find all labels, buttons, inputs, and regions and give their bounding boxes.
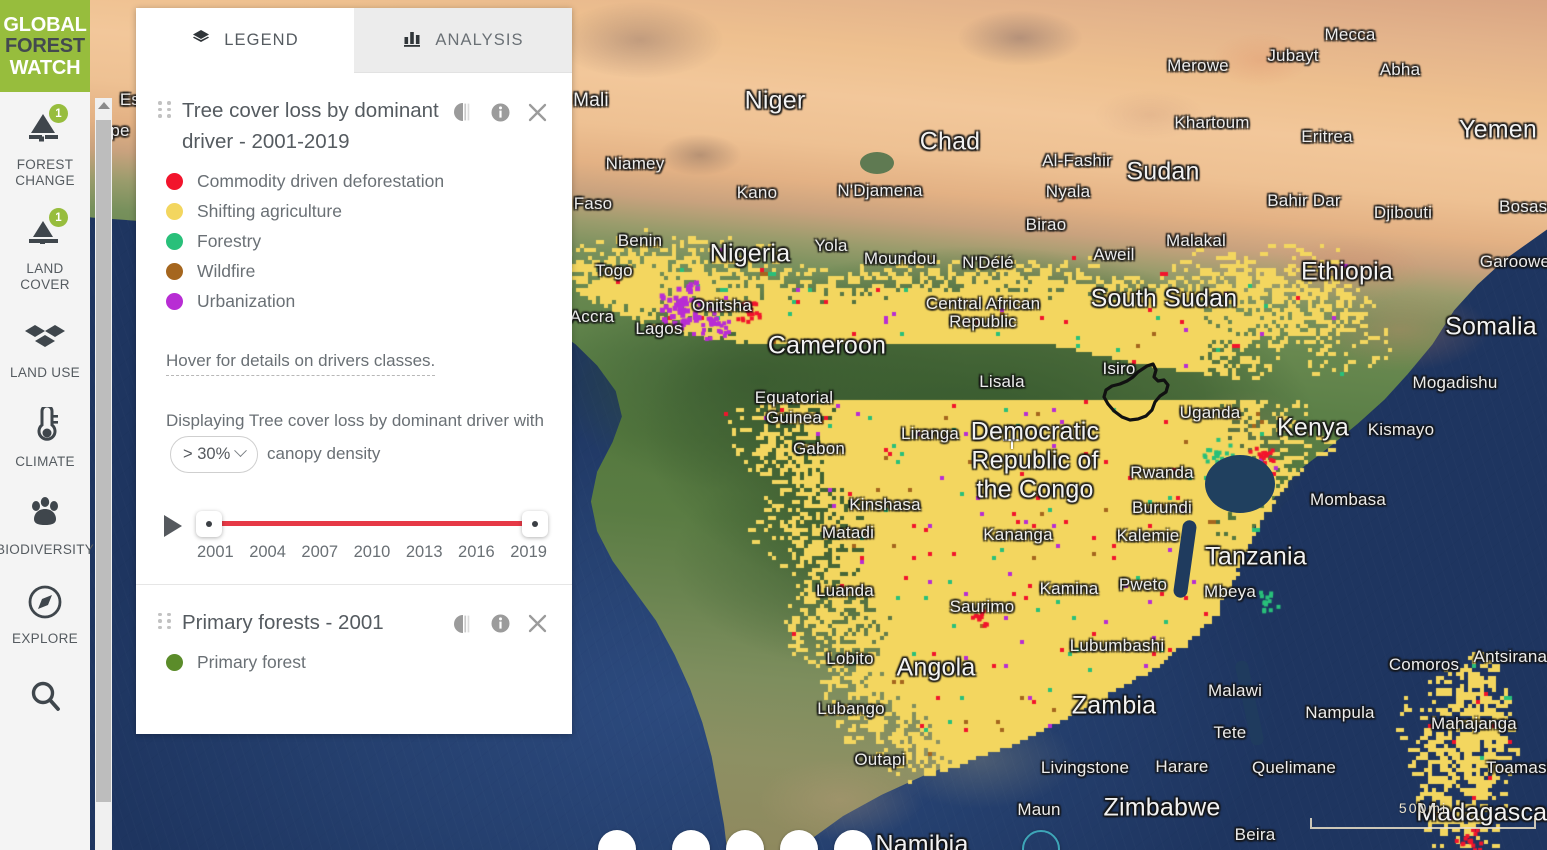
legend-row[interactable]: Wildfire — [166, 261, 548, 282]
timeline-tick-labels: 2001 2004 2007 2010 2013 2016 2019 — [196, 543, 548, 562]
layer-actions — [452, 101, 548, 123]
sidebar-item-search[interactable] — [0, 654, 90, 724]
timeline-tick: 2004 — [249, 542, 286, 561]
legend-color-swatch — [166, 263, 183, 281]
layer-title-tree-cover-loss: Tree cover loss by dominant driver - 200… — [182, 99, 439, 154]
legend-row[interactable]: Shifting agriculture — [166, 201, 548, 222]
legend-item-label: Urbanization — [197, 291, 296, 312]
legend-color-swatch — [166, 203, 183, 221]
info-icon[interactable] — [490, 613, 511, 634]
sidebar-item-climate[interactable]: CLIMATE — [0, 389, 90, 478]
legend-color-swatch — [166, 293, 183, 311]
sidebar-label-climate: CLIMATE — [15, 453, 75, 469]
legend-item-label: Wildfire — [197, 261, 256, 282]
display-note-prefix: Displaying Tree cover loss by dominant d… — [166, 411, 544, 431]
close-icon[interactable] — [527, 102, 548, 123]
sidebar-item-land-cover[interactable]: 1 LAND COVER — [0, 196, 90, 300]
tab-analysis-label: ANALYSIS — [435, 30, 524, 49]
display-settings-note: Displaying Tree cover loss by dominant d… — [166, 406, 548, 473]
drag-handle-icon[interactable] — [158, 101, 172, 118]
timeline-rail — [204, 520, 540, 526]
timeline-track-wrapper: 2001 2004 2007 2010 2013 2016 2019 — [196, 507, 548, 562]
panel-tabs: LEGEND ANALYSIS — [136, 8, 572, 73]
legend-panel: LEGEND ANALYSIS Tree cover loss by domin… — [136, 8, 572, 735]
legend-item-label: Primary forest — [197, 652, 306, 673]
timeline-tick: 2001 — [197, 542, 234, 561]
sidebar-label-explore: EXPLORE — [12, 630, 78, 646]
legend-item-label: Commodity driven deforestation — [197, 171, 445, 192]
sidebar-label-land-cover: LAND COVER — [20, 261, 70, 292]
legend-row[interactable]: Urbanization — [166, 291, 548, 312]
drivers-hover-note[interactable]: Hover for details on drivers classes. — [166, 351, 436, 377]
sidebar-label-land-use: LAND USE — [10, 365, 80, 381]
close-icon[interactable] — [527, 613, 548, 634]
scroll-up-arrow-icon[interactable] — [97, 102, 110, 109]
land-use-icon — [24, 316, 66, 356]
drag-handle-icon[interactable] — [158, 612, 172, 630]
forest-change-icon: 1 — [24, 104, 68, 148]
sidebar-item-land-use[interactable]: LAND USE — [0, 300, 90, 389]
timeline-tick: 2010 — [353, 542, 391, 561]
tab-legend-label: LEGEND — [224, 30, 299, 49]
timeline-control: 2001 2004 2007 2010 2013 2016 2019 — [160, 507, 548, 562]
biodiversity-icon — [24, 493, 66, 533]
layer-header: Primary forests - 2001 — [158, 607, 548, 638]
legend-color-swatch — [166, 654, 183, 672]
land-cover-badge: 1 — [49, 208, 68, 228]
legend-items-tree-cover-loss: Commodity driven deforestation Shifting a… — [166, 171, 548, 312]
timeline-tick: 2007 — [301, 542, 339, 561]
legend-color-swatch — [166, 173, 183, 191]
climate-icon — [24, 405, 66, 445]
layer-card-primary-forests: Primary forests - 2001 Primary forest — [136, 585, 572, 734]
sidebar-label-biodiversity: BIODIVERSITY — [0, 542, 95, 558]
explore-compass-icon — [24, 582, 66, 622]
search-icon — [24, 676, 66, 716]
logo-line-1: GLOBAL — [3, 13, 87, 36]
timeline-tick: 2016 — [458, 542, 495, 561]
timeline-tick: 2013 — [405, 542, 443, 561]
logo-line-2: FOREST — [5, 35, 85, 58]
left-navigation: GLOBAL FOREST WATCH 1 FOREST CHANGE 1 LA… — [0, 0, 94, 850]
chevron-down-icon — [234, 444, 248, 458]
lake-victoria — [1205, 455, 1275, 513]
info-icon[interactable] — [490, 102, 511, 123]
display-note-suffix: canopy density — [266, 443, 381, 463]
layers-icon — [191, 28, 211, 53]
legend-item-label: Shifting agriculture — [197, 201, 342, 222]
opacity-toggle-icon[interactable] — [452, 101, 474, 123]
timeline-handle-start[interactable] — [196, 510, 222, 537]
legend-row[interactable]: Forestry — [166, 231, 548, 252]
map-scrollbar[interactable] — [95, 98, 112, 850]
gfw-app: Niger Chad Sudan Yemen Nigeria Cameroon Ethiop… — [0, 0, 1547, 850]
tab-analysis[interactable]: ANALYSIS — [354, 8, 572, 73]
forest-change-badge: 1 — [49, 104, 68, 123]
canopy-density-value: > 30% — [183, 444, 231, 463]
sidebar-item-explore[interactable]: EXPLORE — [0, 566, 90, 655]
legend-item-label: Forestry — [197, 231, 262, 252]
legend-color-swatch — [166, 233, 183, 251]
play-icon[interactable] — [164, 514, 182, 537]
sidebar-item-biodiversity[interactable]: BIODIVERSITY — [0, 477, 94, 566]
opacity-toggle-icon[interactable] — [452, 613, 474, 635]
bar-chart-icon — [402, 28, 422, 53]
canopy-density-select[interactable]: > 30% — [170, 435, 259, 473]
timeline-handle-end[interactable] — [522, 510, 548, 537]
legend-row[interactable]: Commodity driven deforestation — [166, 171, 548, 192]
scrollbar-thumb[interactable] — [96, 120, 111, 802]
timeline-slider[interactable] — [196, 509, 548, 537]
layer-title-primary-forests: Primary forests - 2001 — [182, 610, 384, 634]
land-cover-icon: 1 — [24, 208, 68, 252]
layer-card-tree-cover-loss: Tree cover loss by dominant driver - 200… — [136, 73, 572, 585]
sidebar-label-forest-change: FOREST CHANGE — [15, 157, 75, 188]
layer-header: Tree cover loss by dominant driver - 200… — [158, 95, 548, 157]
legend-row[interactable]: Primary forest — [166, 652, 548, 673]
legend-items-primary-forests: Primary forest — [166, 652, 548, 673]
layer-actions — [452, 613, 548, 635]
tab-legend[interactable]: LEGEND — [136, 8, 354, 73]
gfw-logo[interactable]: GLOBAL FOREST WATCH — [0, 0, 90, 92]
lake-chad — [860, 152, 894, 174]
logo-line-3: WATCH — [9, 56, 81, 79]
sidebar-item-forest-change[interactable]: 1 FOREST CHANGE — [0, 92, 90, 196]
timeline-tick: 2019 — [510, 542, 547, 561]
